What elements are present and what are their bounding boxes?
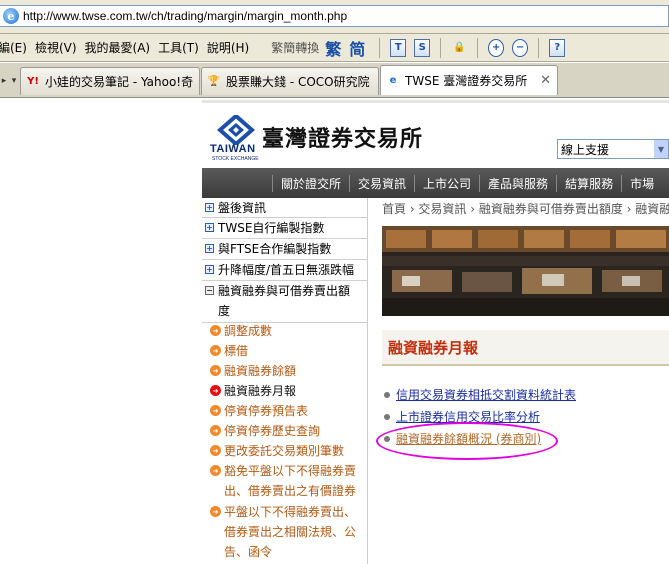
zoom-in-icon[interactable]: + <box>488 38 505 57</box>
nav-listed-companies[interactable]: 上市公司 <box>414 174 479 192</box>
trophy-icon: 🏆 <box>207 76 221 87</box>
sidebar-item-price-limits[interactable]: + 升降幅度/首五日無漲跌幅 <box>202 260 368 281</box>
zoom-out-icon[interactable]: − <box>512 38 529 57</box>
tab-label: TWSE 臺灣證券交易所 ... <box>405 74 531 88</box>
logo-english-sub: STOCK EXCHANGE <box>212 156 259 162</box>
tab-label: 小娃的交易筆記 - Yahoo!奇... <box>45 75 193 89</box>
arrow-right-icon: ➜ <box>210 345 221 356</box>
ie-page-icon: e <box>3 8 19 24</box>
twse-logo-icon[interactable] <box>212 115 260 145</box>
simplified-button[interactable]: 简 <box>349 36 365 60</box>
tab-yahoo[interactable]: Y! 小娃的交易筆記 - Yahoo!奇... <box>20 67 200 95</box>
sidebar: + 盤後資訊 + TWSE自行編製指數 + 與FTSE合作編製指數 + 升降幅度… <box>202 198 368 564</box>
trading-floor-banner-image <box>382 226 669 316</box>
link-credit-offset-stats[interactable]: 信用交易資券相抵交割資料統計表 <box>396 386 576 403</box>
sidebar-sub-suspension-notice[interactable]: ➜ 停資停券預告表 <box>210 401 368 421</box>
menu-tools[interactable]: 工具(T) <box>158 39 207 56</box>
arrow-right-icon: ➜ <box>210 465 221 476</box>
expand-plus-icon[interactable]: + <box>205 223 214 232</box>
nav-clearing[interactable]: 結算服務 <box>556 174 621 192</box>
toolbar-divider <box>440 37 442 58</box>
support-select-value: 線上支援 <box>561 142 610 157</box>
breadcrumb[interactable]: 首頁 › 交易資訊 › 融資融券與可借券賣出額度 › 融資融券月報 <box>382 200 669 217</box>
menu-help[interactable]: 說明(H) <box>207 39 257 56</box>
chevron-down-icon[interactable]: ▼ <box>654 140 668 158</box>
bullet-icon <box>384 391 390 398</box>
page-content: TAIWAN STOCK EXCHANGE 臺灣證券交易所 線上支援 ▼ 關於證… <box>0 98 669 564</box>
bullet-icon <box>384 413 390 420</box>
toolbar-divider <box>379 37 381 58</box>
online-support-select[interactable]: 線上支援 ▼ <box>557 139 669 159</box>
sidebar-sub-suspension-history[interactable]: ➜ 停資停券歷史查詢 <box>210 421 368 441</box>
expand-plus-icon[interactable]: + <box>205 265 214 274</box>
sidebar-item-ftse-index[interactable]: + 與FTSE合作編製指數 <box>202 239 368 260</box>
arrow-right-icon: ➜ <box>210 425 221 436</box>
sidebar-sub-regulations[interactable]: ➜ 平盤以下不得融券賣出、 借券賣出之相關法規、公 告、函令 <box>210 502 368 562</box>
close-tab-icon[interactable]: ✕ <box>540 73 551 88</box>
nav-about[interactable]: 關於證交所 <box>272 174 349 192</box>
sidebar-item-after-hours[interactable]: + 盤後資訊 <box>202 198 368 218</box>
sidebar-sub-margin-monthly[interactable]: ➜ 融資融券月報 <box>210 381 368 401</box>
help-icon[interactable]: ? <box>549 38 566 57</box>
site-header: TAIWAN STOCK EXCHANGE 臺灣證券交易所 線上支援 ▼ <box>202 100 669 168</box>
sidebar-sub-tender[interactable]: ➜ 標借 <box>210 341 368 361</box>
nav-market[interactable]: 市場 <box>621 174 662 192</box>
tab-scroll-left-icon[interactable]: ▸ <box>0 67 8 95</box>
ie-tab-icon: e <box>389 75 397 86</box>
sidebar-sub-adjust-ratio[interactable]: ➜ 調整成數 <box>210 321 368 341</box>
lock-icon[interactable]: 🔒 <box>451 39 467 57</box>
tab-bar: ▸ ▾ Y! 小娃的交易筆記 - Yahoo!奇... 🏆 股票賺大錢 - CO… <box>0 63 669 98</box>
tab-label: 股票賺大錢 - COCO研究院 <box>226 75 370 89</box>
collapse-minus-icon[interactable]: − <box>205 286 214 295</box>
expand-plus-icon[interactable]: + <box>205 203 214 212</box>
list-item: 信用交易資券相抵交割資料統計表 <box>382 386 669 403</box>
tab-coco[interactable]: 🏆 股票賺大錢 - COCO研究院 <box>201 67 379 95</box>
sidebar-item-twse-index[interactable]: + TWSE自行編製指數 <box>202 218 368 239</box>
arrow-right-icon: ➜ <box>210 405 221 416</box>
url-text[interactable]: http://www.twse.com.tw/ch/trading/margin… <box>23 9 347 23</box>
arrow-right-icon: ➜ <box>210 445 221 456</box>
menu-bar: 編(E) 檢視(V) 我的最愛(A) 工具(T) 說明(H) 繁簡轉換 繁 简 … <box>0 34 669 62</box>
nav-trading-info[interactable]: 交易資訊 <box>349 174 414 192</box>
convert-label: 繁簡轉換 <box>271 41 320 55</box>
menu-edit[interactable]: 編(E) <box>0 39 35 56</box>
main-navbar: 關於證交所 交易資訊 上市公司 產品與服務 結算服務 市場 <box>202 168 669 198</box>
nav-products[interactable]: 產品與服務 <box>479 174 556 192</box>
toolbar-divider <box>538 37 540 58</box>
tab-twse[interactable]: e TWSE 臺灣證券交易所 ... ✕ <box>380 65 558 95</box>
logo-chinese-title: 臺灣證券交易所 <box>262 126 424 152</box>
logo-english: TAIWAN <box>210 143 256 155</box>
traditional-page-icon[interactable]: T <box>390 38 407 57</box>
expand-plus-icon[interactable]: + <box>205 244 214 253</box>
list-item: 上市證券信用交易比率分析 <box>382 408 669 425</box>
sidebar-sub-margin-balance[interactable]: ➜ 融資融券餘額 <box>210 361 368 381</box>
menu-view[interactable]: 檢視(V) <box>35 39 85 56</box>
sidebar-sub-order-type-changes[interactable]: ➜ 更改委託交易類別筆數 <box>210 441 368 461</box>
highlight-ellipse-annotation <box>376 422 558 460</box>
simplified-page-icon[interactable]: S <box>414 38 431 57</box>
menu-favorites[interactable]: 我的最愛(A) <box>85 39 159 56</box>
address-bar: e http://www.twse.com.tw/ch/trading/marg… <box>0 0 669 34</box>
yahoo-icon: Y! <box>27 76 39 87</box>
arrow-right-icon: ➜ <box>210 325 221 336</box>
toolbar-divider <box>477 37 479 58</box>
arrow-right-icon: ➜ <box>210 365 221 376</box>
arrow-right-icon: ➜ <box>210 506 221 517</box>
arrow-right-active-icon: ➜ <box>210 385 221 396</box>
sidebar-item-margin-trading[interactable]: − 融資融券與可借券賣出額 度 <box>202 281 368 323</box>
sidebar-sub-exempt-securities[interactable]: ➜ 豁免平盤以下不得融券賣 出、借券賣出之有價證券 <box>210 461 368 501</box>
tab-list-dropdown-icon[interactable]: ▾ <box>8 67 20 95</box>
page-title: 融資融券月報 <box>382 330 669 366</box>
traditional-button[interactable]: 繁 <box>325 36 341 60</box>
address-input[interactable]: e http://www.twse.com.tw/ch/trading/marg… <box>0 5 669 27</box>
